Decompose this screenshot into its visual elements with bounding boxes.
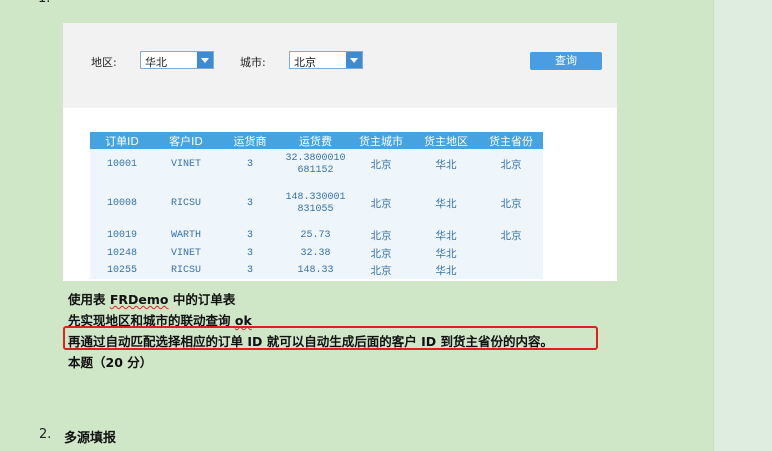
cell: WARTH	[154, 227, 218, 245]
cell: 25.73	[282, 227, 349, 245]
red-highlight-box	[63, 326, 598, 350]
cell: 148.330001 831055	[282, 181, 349, 227]
table-row: 10001 VINET 3 32.3800010 681152 北京 华北 北京	[90, 149, 543, 181]
cell: 华北	[413, 262, 479, 279]
cell: 华北	[413, 149, 479, 181]
cell: 北京	[349, 227, 413, 245]
line1-table-name: FRDemo	[109, 292, 169, 307]
header-ship-region: 货主地区	[413, 132, 479, 149]
list-item-title: 多源填报	[64, 431, 117, 446]
report-screenshot: 地区: 华北 城市: 北京 查询 订单ID 客户ID 运货商 运货费 货主城市 …	[63, 23, 617, 281]
cell: 10019	[90, 227, 154, 245]
text-line-4: 本题（20 分）	[68, 355, 153, 370]
city-select[interactable]: 北京	[289, 51, 363, 69]
header-order-id: 订单ID	[90, 132, 154, 149]
query-button[interactable]: 查询	[530, 52, 602, 70]
table-row: 10255 RICSU 3 148.33 北京 华北	[90, 262, 543, 279]
header-customer-id: 客户ID	[154, 132, 218, 149]
table-row: 10019 WARTH 3 25.73 北京 华北 北京	[90, 227, 543, 245]
line1-suffix: 中的订单表	[168, 292, 236, 307]
city-label: 城市:	[240, 56, 266, 69]
cell: RICSU	[154, 181, 218, 227]
chevron-down-icon[interactable]	[346, 52, 362, 68]
cell: 10255	[90, 262, 154, 279]
list-item-number: 2.	[39, 427, 52, 442]
cell: 10248	[90, 245, 154, 262]
text-line-1: 使用表 FRDemo 中的订单表	[68, 289, 235, 308]
cell: 北京	[349, 245, 413, 262]
cell: 3	[218, 245, 282, 262]
cell: 10001	[90, 149, 154, 181]
cell: VINET	[154, 245, 218, 262]
region-select[interactable]: 华北	[140, 51, 214, 69]
order-table: 订单ID 客户ID 运货商 运货费 货主城市 货主地区 货主省份 10001 V…	[90, 132, 543, 279]
cell: 148.33	[282, 262, 349, 279]
cell: 华北	[413, 245, 479, 262]
cell: 3	[218, 181, 282, 227]
table-header-row: 订单ID 客户ID 运货商 运货费 货主城市 货主地区 货主省份	[90, 132, 543, 149]
cell: 3	[218, 149, 282, 181]
region-select-value: 华北	[145, 56, 167, 69]
cell	[479, 245, 543, 262]
header-freight: 运货费	[282, 132, 349, 149]
chevron-down-icon[interactable]	[197, 52, 213, 68]
cell: 10008	[90, 181, 154, 227]
cell: 32.3800010 681152	[282, 149, 349, 181]
cell: 北京	[349, 149, 413, 181]
header-ship-province: 货主省份	[479, 132, 543, 149]
cell: 3	[218, 227, 282, 245]
table-row: 10008 RICSU 3 148.330001 831055 北京 华北 北京	[90, 181, 543, 227]
cell: 北京	[479, 181, 543, 227]
city-select-value: 北京	[294, 56, 316, 69]
cell: 华北	[413, 227, 479, 245]
cell: 3	[218, 262, 282, 279]
page-margin	[714, 0, 772, 451]
cell	[479, 262, 543, 279]
cell: 北京	[349, 262, 413, 279]
header-shipper: 运货商	[218, 132, 282, 149]
cell: 华北	[413, 181, 479, 227]
header-ship-city: 货主城市	[349, 132, 413, 149]
cell: RICSU	[154, 262, 218, 279]
cut-off-previous-line: 1.	[38, 0, 50, 5]
cell: 32.38	[282, 245, 349, 262]
cell: 北京	[479, 227, 543, 245]
region-label: 地区:	[91, 56, 117, 69]
line1-prefix: 使用表	[68, 292, 110, 307]
document-page: 1. 地区: 华北 城市: 北京 查询 订单ID 客户ID	[0, 0, 714, 451]
cell: 北京	[349, 181, 413, 227]
cell: VINET	[154, 149, 218, 181]
table-row: 10248 VINET 3 32.38 北京 华北	[90, 245, 543, 262]
cell: 北京	[479, 149, 543, 181]
filter-bar: 地区: 华北 城市: 北京 查询	[63, 23, 617, 108]
